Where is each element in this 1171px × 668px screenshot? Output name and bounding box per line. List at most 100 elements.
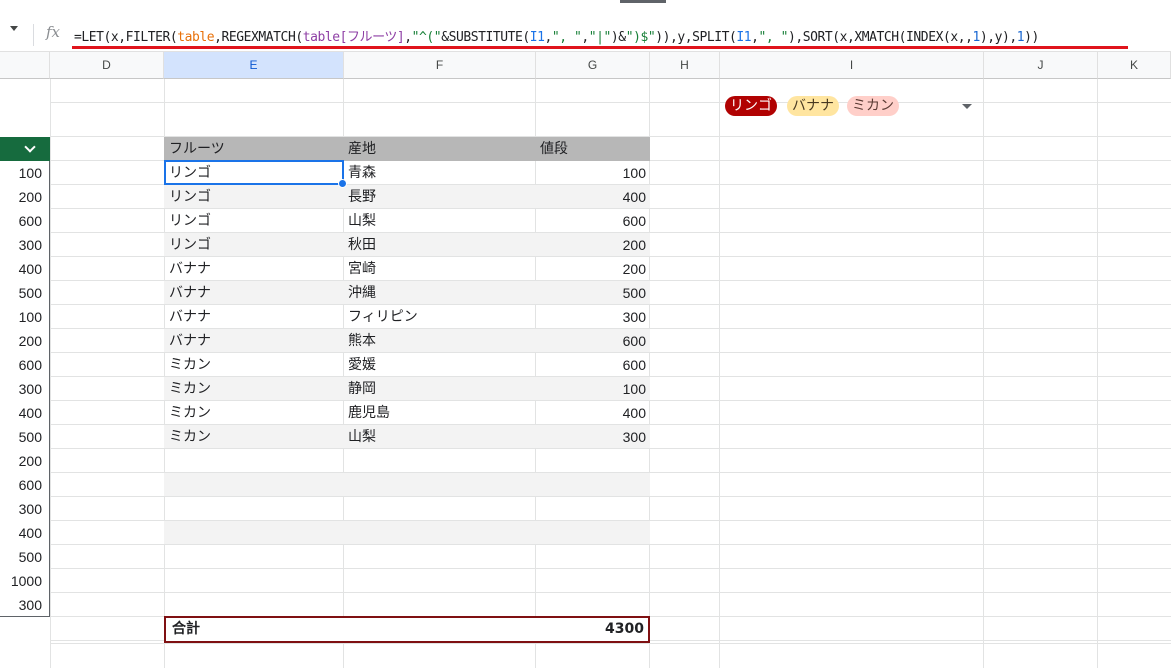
- left-value-cell[interactable]: 300: [0, 593, 50, 617]
- chip-apple[interactable]: リンゴ: [725, 96, 777, 116]
- cell-price[interactable]: 500: [623, 281, 646, 305]
- cell-fruit[interactable]: バナナ: [169, 257, 211, 281]
- filter-header-cell[interactable]: [0, 137, 50, 161]
- left-value-cell[interactable]: 1000: [0, 569, 50, 593]
- formula-token: I1: [529, 30, 545, 45]
- grid-line: [1097, 79, 1098, 668]
- column-header-d[interactable]: D: [50, 52, 164, 79]
- cell-origin[interactable]: 沖縄: [348, 281, 376, 305]
- table-row: ミカン 鹿児島 400: [164, 401, 650, 425]
- header-origin[interactable]: 産地: [348, 137, 376, 161]
- left-value-cell[interactable]: 200: [0, 329, 50, 353]
- cell-price[interactable]: 200: [623, 233, 646, 257]
- total-label[interactable]: 合計: [172, 618, 200, 641]
- table-row: [164, 521, 650, 545]
- cell-origin[interactable]: 山梨: [348, 209, 376, 233]
- left-value-cell[interactable]: 500: [0, 281, 50, 305]
- formula-token: ,: [751, 30, 759, 45]
- cell-fruit[interactable]: バナナ: [169, 329, 211, 353]
- cell-origin[interactable]: 秋田: [348, 233, 376, 257]
- cell-origin[interactable]: 静岡: [348, 377, 376, 401]
- cell-origin[interactable]: 愛媛: [348, 353, 376, 377]
- cell-price[interactable]: 400: [623, 401, 646, 425]
- formula-token: ")$": [625, 30, 656, 45]
- column-header-e[interactable]: E: [164, 52, 344, 79]
- selected-cell[interactable]: [164, 160, 347, 188]
- formula-token: ,REGEXMATCH(: [214, 30, 303, 45]
- cell-fruit[interactable]: バナナ: [169, 305, 211, 329]
- cell-price[interactable]: 600: [623, 353, 646, 377]
- cell-origin[interactable]: フィリピン: [348, 305, 418, 329]
- cell-price[interactable]: 400: [623, 185, 646, 209]
- left-value-cell[interactable]: 400: [0, 401, 50, 425]
- formula-token: "^(": [411, 30, 442, 45]
- table-row: ミカン 静岡 100: [164, 377, 650, 401]
- cell-fruit[interactable]: バナナ: [169, 281, 211, 305]
- formula-token: )),y,SPLIT(: [655, 30, 737, 45]
- left-value-cell[interactable]: 200: [0, 449, 50, 473]
- cell-origin[interactable]: 長野: [348, 185, 376, 209]
- cell-origin[interactable]: 熊本: [348, 329, 376, 353]
- left-value-cell[interactable]: 600: [0, 353, 50, 377]
- cell-price[interactable]: 300: [623, 305, 646, 329]
- scroll-indicator: [620, 0, 666, 3]
- left-value-cell[interactable]: 300: [0, 377, 50, 401]
- left-value-cell[interactable]: 300: [0, 233, 50, 257]
- chip-mikan[interactable]: ミカン: [847, 96, 899, 116]
- table-row: [164, 545, 650, 569]
- chevron-down-icon[interactable]: [24, 141, 36, 153]
- cell-fruit[interactable]: ミカン: [169, 353, 211, 377]
- left-value-cell[interactable]: 500: [0, 545, 50, 569]
- formula-input[interactable]: =LET(x,FILTER(table,REGEXMATCH(table[フルー…: [74, 26, 1039, 45]
- total-value[interactable]: 4300: [605, 618, 644, 641]
- cell-price[interactable]: 600: [623, 329, 646, 353]
- header-fruit[interactable]: フルーツ: [169, 137, 225, 161]
- left-value-cell[interactable]: 600: [0, 209, 50, 233]
- fill-handle[interactable]: [338, 179, 347, 188]
- table-row: リンゴ 山梨 600: [164, 209, 650, 233]
- left-value-cell[interactable]: 500: [0, 425, 50, 449]
- total-row: 合計 4300: [164, 616, 650, 643]
- cell-origin[interactable]: 宮崎: [348, 257, 376, 281]
- left-value-cell[interactable]: 100: [0, 305, 50, 329]
- formula-token: ),y),: [979, 30, 1017, 45]
- formula-token: ", ": [551, 30, 582, 45]
- cell-origin[interactable]: 青森: [348, 161, 376, 185]
- cell-fruit[interactable]: ミカン: [169, 401, 211, 425]
- chip-banana[interactable]: バナナ: [787, 96, 839, 116]
- cell-price[interactable]: 300: [623, 425, 646, 449]
- left-value-cell[interactable]: 400: [0, 257, 50, 281]
- cell-fruit[interactable]: リンゴ: [169, 209, 211, 233]
- column-header-k[interactable]: K: [1098, 52, 1171, 79]
- column-header-i[interactable]: I: [720, 52, 984, 79]
- cell-price[interactable]: 600: [623, 209, 646, 233]
- cell-fruit[interactable]: リンゴ: [169, 185, 211, 209]
- cell-fruit[interactable]: ミカン: [169, 425, 211, 449]
- left-value-cell[interactable]: 600: [0, 473, 50, 497]
- formula-token: ,: [581, 30, 589, 45]
- cell-price[interactable]: 100: [623, 377, 646, 401]
- dropdown-arrow-icon[interactable]: [962, 104, 972, 109]
- left-value-cell[interactable]: 300: [0, 497, 50, 521]
- column-header-h[interactable]: H: [650, 52, 720, 79]
- cell-fruit[interactable]: ミカン: [169, 377, 211, 401]
- table-row: バナナ 熊本 600: [164, 329, 650, 353]
- cell-price[interactable]: 200: [623, 257, 646, 281]
- formula-token: &SUBSTITUTE(: [441, 30, 530, 45]
- column-header-g[interactable]: G: [536, 52, 650, 79]
- left-value-cell[interactable]: 400: [0, 521, 50, 545]
- table-row: リンゴ 秋田 200: [164, 233, 650, 257]
- cell-origin[interactable]: 鹿児島: [348, 401, 390, 425]
- column-header-j[interactable]: J: [984, 52, 1098, 79]
- cell-price[interactable]: 100: [623, 161, 646, 185]
- header-price[interactable]: 値段: [540, 137, 568, 161]
- column-header-f[interactable]: F: [344, 52, 536, 79]
- left-value-cell[interactable]: 200: [0, 185, 50, 209]
- formula-token: I1: [736, 30, 752, 45]
- column-header-c[interactable]: [0, 52, 50, 79]
- cell-fruit[interactable]: リンゴ: [169, 233, 211, 257]
- table-row: バナナ フィリピン 300: [164, 305, 650, 329]
- left-value-cell[interactable]: 100: [0, 161, 50, 185]
- name-box-dropdown-icon[interactable]: [10, 26, 18, 31]
- cell-origin[interactable]: 山梨: [348, 425, 376, 449]
